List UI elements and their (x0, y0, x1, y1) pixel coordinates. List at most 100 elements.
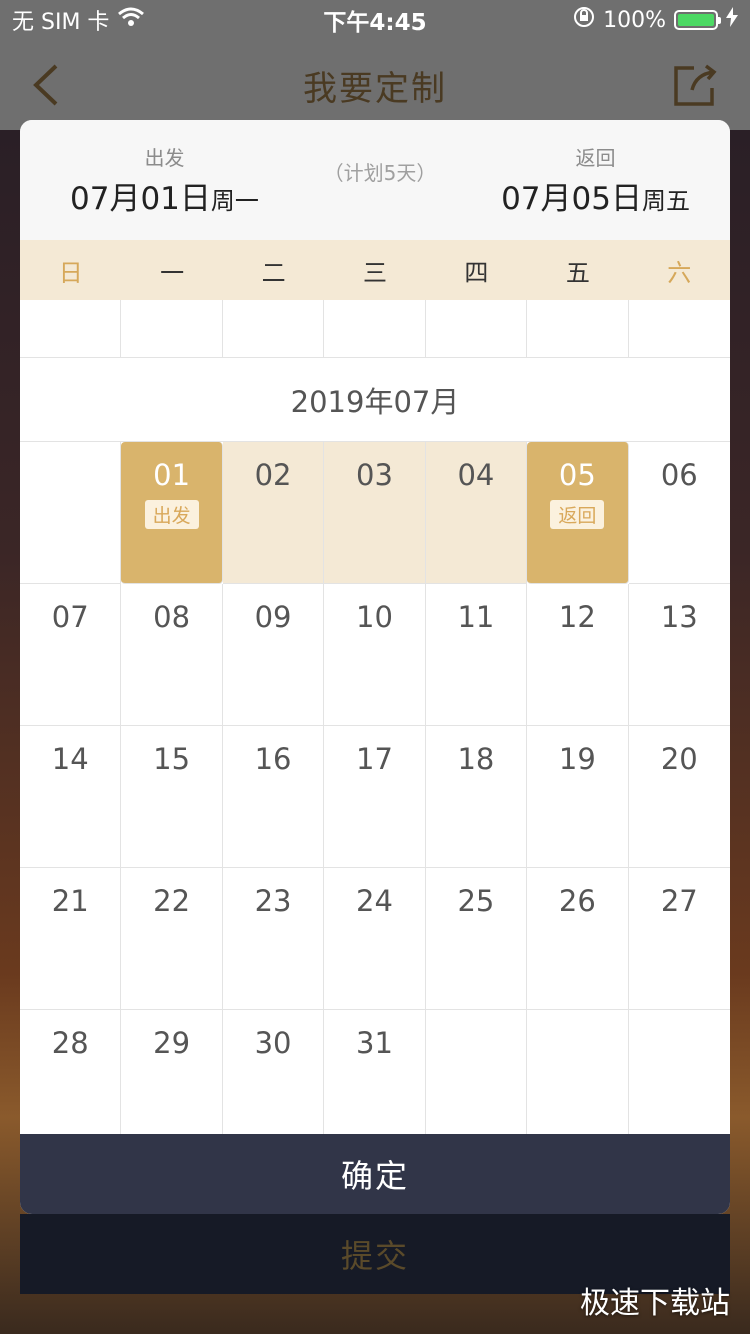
day-cell[interactable]: 12 (527, 584, 629, 726)
day-number: 28 (51, 1026, 89, 1060)
day-cell[interactable]: 29 (121, 1010, 223, 1152)
page-title: 我要定制 (303, 68, 447, 109)
day-number: 25 (457, 884, 495, 918)
previous-month-row (20, 300, 730, 358)
day-number: 27 (660, 884, 698, 918)
watermark: 极速下载站 (580, 1286, 730, 1321)
day-cell[interactable]: 18 (425, 726, 528, 868)
day-number: 21 (51, 884, 89, 918)
depart-summary: 出发 07月01日周一 (70, 142, 259, 218)
weekday-sat: 六 (667, 258, 692, 287)
day-cell[interactable]: 08 (121, 584, 223, 726)
return-summary: 返回 07月05日周五 (501, 142, 690, 218)
day-number: 30 (254, 1026, 292, 1060)
month-title: 2019年07月 (20, 358, 730, 442)
day-cell[interactable]: 28 (20, 1010, 122, 1152)
day-cell[interactable]: 06 (628, 442, 730, 584)
day-cell[interactable]: 04 (425, 442, 528, 584)
day-cell[interactable]: 01 出发 (121, 442, 223, 584)
day-cell[interactable]: 25 (425, 868, 528, 1010)
day-number: 20 (660, 742, 698, 776)
calendar-grid: 01 出发 02 03 04 05 返回 06 07 08 09 10 11 12 13 14 15 16 17 18… (20, 442, 730, 1152)
day-cell[interactable]: 16 (222, 726, 325, 868)
plan-duration: （计划5天） (323, 160, 437, 185)
day-number: 09 (254, 600, 292, 634)
day-number: 24 (356, 884, 393, 918)
charging-icon (726, 7, 738, 33)
day-number: 16 (254, 742, 292, 776)
depart-date: 07月01日周一 (70, 181, 259, 217)
date-picker-modal: 出发 07月01日周一 （计划5天） 返回 07月05日周五 日 一 二 三 四… (20, 120, 730, 1214)
day-cell[interactable]: 24 (324, 868, 426, 1010)
weekday-thu: 四 (464, 258, 489, 287)
day-cell[interactable]: 19 (527, 726, 629, 868)
day-cell[interactable]: 10 (324, 584, 426, 726)
carrier-label: 无 SIM 卡 (12, 10, 110, 35)
day-number: 15 (153, 742, 191, 776)
day-cell[interactable]: 15 (121, 726, 223, 868)
day-number: 11 (457, 600, 495, 634)
day-cell (628, 1010, 730, 1152)
day-number: 18 (457, 742, 495, 776)
battery-icon (674, 10, 721, 30)
weekday-tue: 二 (261, 258, 286, 287)
day-cell[interactable]: 02 (222, 442, 325, 584)
day-cell[interactable]: 05 返回 (527, 442, 629, 584)
day-cell[interactable]: 31 (324, 1010, 426, 1152)
day-cell[interactable]: 30 (222, 1010, 325, 1152)
battery-percent: 100% (603, 7, 666, 33)
weekday-sun: 日 (58, 258, 83, 287)
day-cell[interactable]: 03 (324, 442, 426, 584)
day-cell[interactable]: 22 (121, 868, 223, 1010)
day-cell[interactable]: 21 (20, 868, 122, 1010)
day-cell (20, 442, 122, 584)
day-number: 03 (356, 458, 393, 492)
day-cell[interactable]: 23 (222, 868, 325, 1010)
day-cell[interactable]: 14 (20, 726, 122, 868)
day-number: 01 (153, 458, 191, 492)
day-number: 14 (51, 742, 89, 776)
status-bar: 无 SIM 卡 下午4:45 100% (0, 0, 750, 40)
day-number: 05 (558, 458, 596, 492)
day-number: 04 (457, 458, 495, 492)
day-cell[interactable]: 13 (628, 584, 730, 726)
day-cell[interactable]: 17 (324, 726, 426, 868)
day-number: 19 (558, 742, 596, 776)
return-label: 返回 (575, 146, 616, 170)
day-cell (527, 1010, 629, 1152)
day-cell[interactable]: 07 (20, 584, 122, 726)
weekday-mon: 一 (160, 258, 185, 287)
day-number: 10 (356, 600, 393, 634)
return-tag: 返回 (550, 500, 605, 529)
day-number: 02 (254, 458, 292, 492)
depart-tag: 出发 (144, 500, 199, 529)
day-cell[interactable]: 09 (222, 584, 325, 726)
weekday-wed: 三 (362, 258, 387, 287)
wifi-icon (117, 7, 145, 33)
day-number: 23 (254, 884, 292, 918)
nav-bar: 我要定制 (0, 40, 750, 130)
day-number: 22 (153, 884, 191, 918)
date-range-header: 出发 07月01日周一 （计划5天） 返回 07月05日周五 (20, 120, 730, 240)
day-cell[interactable]: 27 (628, 868, 730, 1010)
depart-label: 出发 (144, 146, 185, 170)
confirm-button[interactable]: 确定 (20, 1134, 730, 1214)
day-number: 17 (356, 742, 393, 776)
return-date: 07月05日周五 (501, 181, 690, 217)
day-number: 26 (558, 884, 596, 918)
share-icon[interactable] (672, 62, 720, 108)
back-icon[interactable] (28, 62, 68, 108)
day-number: 12 (558, 600, 596, 634)
day-number: 08 (153, 600, 191, 634)
day-number: 06 (660, 458, 698, 492)
day-number: 31 (356, 1026, 393, 1060)
day-cell[interactable]: 11 (425, 584, 528, 726)
day-number: 07 (51, 600, 89, 634)
day-number: 13 (660, 600, 698, 634)
day-cell[interactable]: 20 (628, 726, 730, 868)
weekday-fri: 五 (565, 258, 590, 287)
day-cell[interactable]: 26 (527, 868, 629, 1010)
rotation-lock-icon (573, 6, 595, 34)
day-number: 29 (153, 1026, 191, 1060)
day-cell (425, 1010, 528, 1152)
